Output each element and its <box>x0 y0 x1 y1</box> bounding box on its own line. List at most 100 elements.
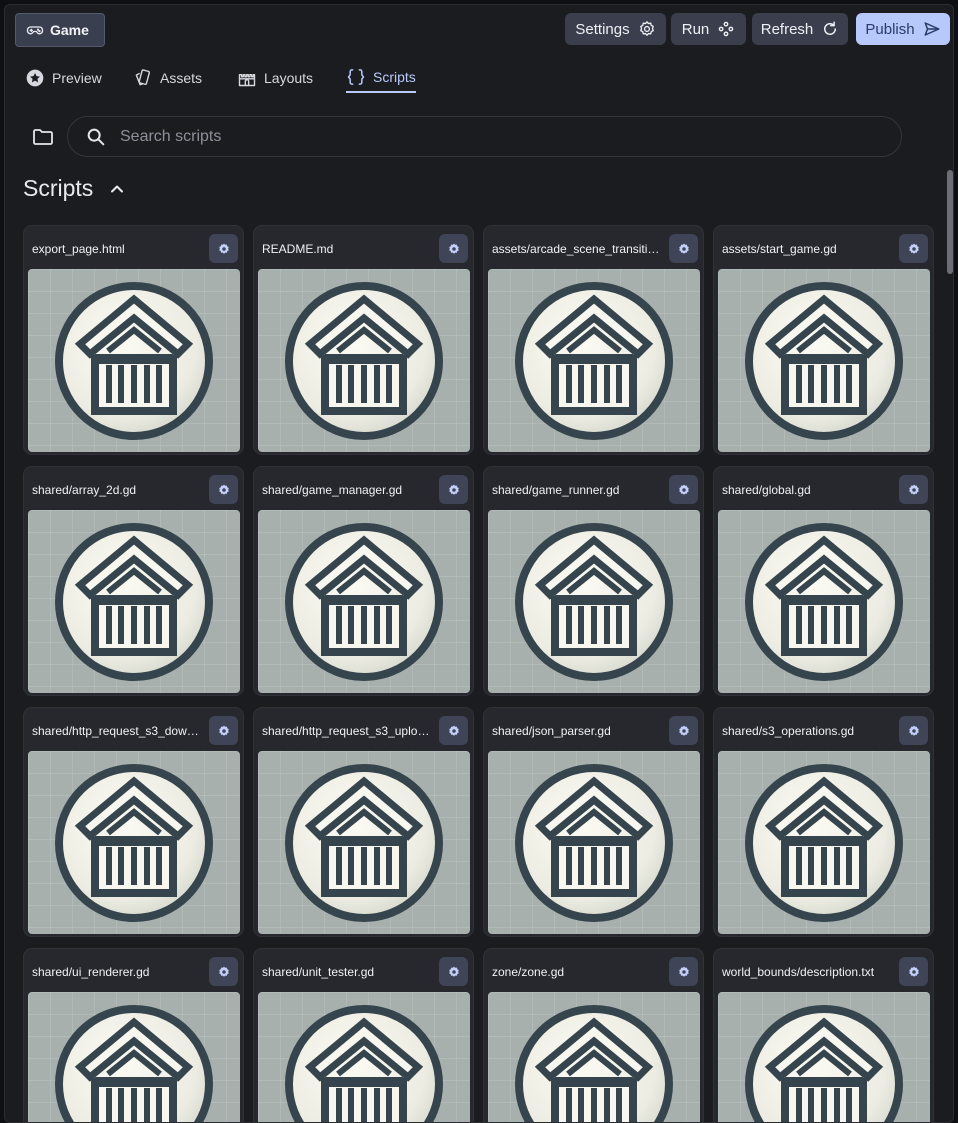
script-name: shared/json_parser.gd <box>492 724 611 738</box>
settings-label: Settings <box>575 20 630 38</box>
refresh-icon <box>821 20 839 38</box>
script-card[interactable]: shared/game_runner.gd <box>483 466 704 696</box>
script-card[interactable]: assets/arcade_scene_transition.gd <box>483 225 704 455</box>
script-name: zone/zone.gd <box>492 965 565 979</box>
temple-icon <box>285 764 443 922</box>
script-thumbnail <box>258 510 470 693</box>
script-settings-button[interactable] <box>209 234 238 263</box>
script-name: shared/http_request_s3_upload.gd <box>262 724 432 738</box>
script-settings-button[interactable] <box>669 716 698 745</box>
gear-icon <box>218 243 229 254</box>
script-name: assets/start_game.gd <box>722 242 837 256</box>
tab-scripts[interactable]: Scripts <box>346 63 416 93</box>
script-thumbnail <box>258 992 470 1122</box>
script-card[interactable]: shared/json_parser.gd <box>483 707 704 937</box>
chevron-up-icon[interactable] <box>107 179 127 199</box>
script-settings-button[interactable] <box>899 234 928 263</box>
gear-icon <box>638 20 656 38</box>
script-card[interactable]: shared/ui_renderer.gd <box>23 948 244 1122</box>
gamepad-icon <box>26 21 44 39</box>
script-thumbnail <box>28 992 240 1122</box>
temple-icon <box>285 523 443 681</box>
script-name: shared/http_request_s3_download.gd <box>32 724 202 738</box>
tab-scripts-label: Scripts <box>373 69 416 85</box>
script-name: shared/game_runner.gd <box>492 483 620 497</box>
script-card[interactable]: world_bounds/description.txt <box>713 948 934 1122</box>
script-settings-button[interactable] <box>899 716 928 745</box>
script-settings-button[interactable] <box>439 234 468 263</box>
tab-assets[interactable]: Assets <box>133 63 202 93</box>
refresh-button[interactable]: Refresh <box>752 13 848 45</box>
gear-icon <box>448 966 459 977</box>
gear-icon <box>678 243 689 254</box>
script-settings-button[interactable] <box>209 475 238 504</box>
script-card[interactable]: export_page.html <box>23 225 244 455</box>
script-thumbnail <box>28 269 240 452</box>
script-settings-button[interactable] <box>899 475 928 504</box>
search-input[interactable] <box>120 127 840 146</box>
tab-layouts-label: Layouts <box>264 70 314 86</box>
script-settings-button[interactable] <box>899 957 928 986</box>
run-button[interactable]: Run <box>671 13 746 45</box>
script-settings-button[interactable] <box>669 475 698 504</box>
temple-icon <box>515 1005 673 1122</box>
gear-icon <box>678 484 689 495</box>
tab-preview-label: Preview <box>52 70 102 86</box>
script-name: shared/global.gd <box>722 483 811 497</box>
scrollbar-thumb[interactable] <box>947 170 953 274</box>
script-settings-button[interactable] <box>669 234 698 263</box>
script-settings-button[interactable] <box>439 716 468 745</box>
folder-button[interactable] <box>31 125 55 149</box>
script-name: shared/ui_renderer.gd <box>32 965 150 979</box>
script-thumbnail <box>488 510 700 693</box>
tab-preview[interactable]: Preview <box>25 63 102 93</box>
script-thumbnail <box>718 751 930 934</box>
script-thumbnail <box>258 269 470 452</box>
script-card[interactable]: shared/unit_tester.gd <box>253 948 474 1122</box>
script-thumbnail <box>258 751 470 934</box>
script-card[interactable]: assets/start_game.gd <box>713 225 934 455</box>
script-settings-button[interactable] <box>669 957 698 986</box>
gear-icon <box>448 484 459 495</box>
temple-icon <box>745 764 903 922</box>
temple-icon <box>55 1005 213 1122</box>
script-thumbnail <box>488 751 700 934</box>
tab-assets-label: Assets <box>160 70 203 86</box>
scripts-section-header[interactable]: Scripts <box>23 175 127 202</box>
gear-icon <box>218 966 229 977</box>
temple-icon <box>285 1005 443 1122</box>
script-settings-button[interactable] <box>439 475 468 504</box>
script-card[interactable]: shared/game_manager.gd <box>253 466 474 696</box>
gear-icon <box>678 966 689 977</box>
app-window: Game Settings Run Refresh Publish Previe… <box>4 4 954 1123</box>
script-settings-button[interactable] <box>439 957 468 986</box>
script-card[interactable]: README.md <box>253 225 474 455</box>
temple-icon <box>745 1005 903 1122</box>
script-card[interactable]: shared/http_request_s3_download.gd <box>23 707 244 937</box>
gear-icon <box>448 725 459 736</box>
publish-button[interactable]: Publish <box>856 13 950 45</box>
temple-icon <box>745 282 903 440</box>
script-settings-button[interactable] <box>209 716 238 745</box>
script-card[interactable]: shared/array_2d.gd <box>23 466 244 696</box>
script-thumbnail <box>718 992 930 1122</box>
script-settings-button[interactable] <box>209 957 238 986</box>
script-card[interactable]: zone/zone.gd <box>483 948 704 1122</box>
temple-icon <box>55 523 213 681</box>
temple-icon <box>55 282 213 440</box>
tab-layouts[interactable]: Layouts <box>237 63 313 93</box>
script-name: shared/array_2d.gd <box>32 483 137 497</box>
script-card[interactable]: shared/http_request_s3_upload.gd <box>253 707 474 937</box>
settings-button[interactable]: Settings <box>565 13 666 45</box>
gear-icon <box>908 484 919 495</box>
castle-icon <box>237 68 257 88</box>
publish-label: Publish <box>865 20 915 38</box>
search-bar <box>67 116 902 157</box>
gear-icon <box>908 725 919 736</box>
refresh-label: Refresh <box>760 20 814 38</box>
script-name: shared/unit_tester.gd <box>262 965 375 979</box>
script-card[interactable]: shared/global.gd <box>713 466 934 696</box>
game-menu-button[interactable]: Game <box>15 13 105 47</box>
script-card[interactable]: shared/s3_operations.gd <box>713 707 934 937</box>
scripts-grid: export_page.html README.md assets/arcade… <box>23 225 934 1122</box>
